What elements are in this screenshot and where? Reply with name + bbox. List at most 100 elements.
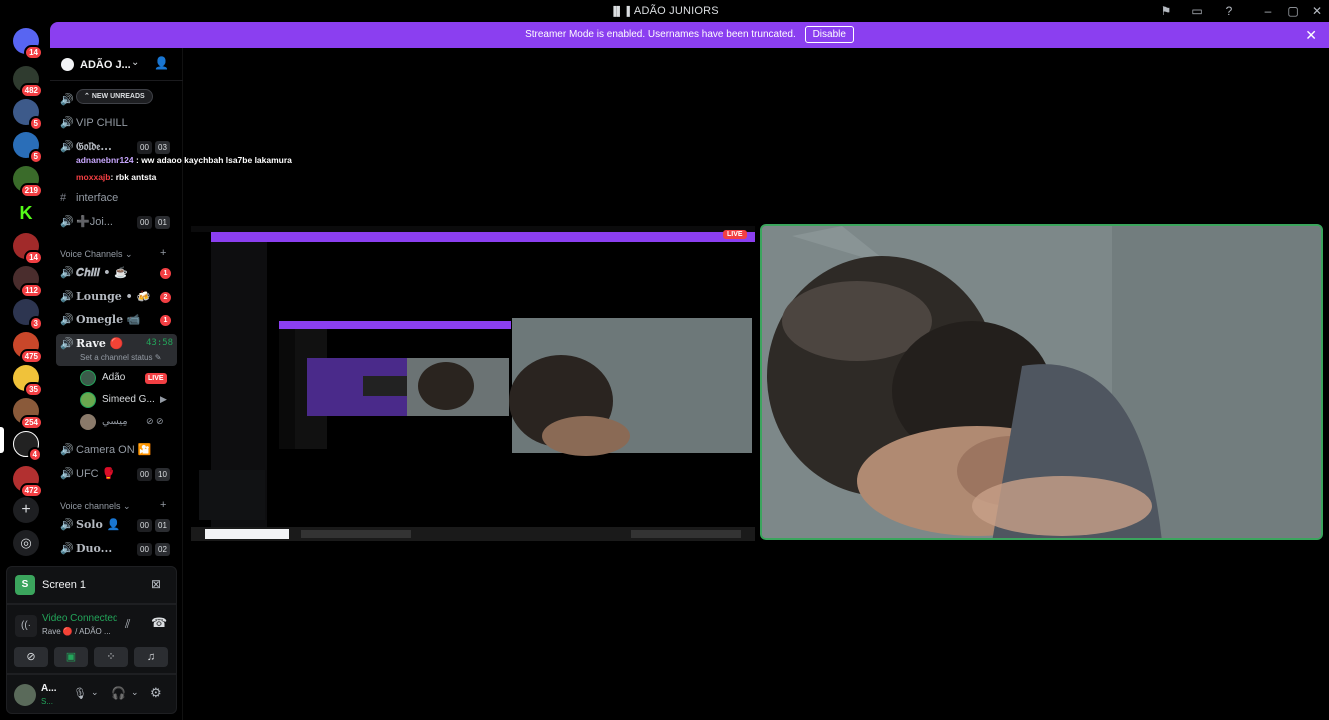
channel-solo[interactable]: 🔊 Solo 👤 [60, 515, 120, 535]
new-unreads-button[interactable]: ⌃ NEW UNREADS [76, 89, 153, 104]
chevron-down-icon[interactable]: ⌄ [131, 57, 139, 68]
user-limit: 01 [155, 519, 170, 532]
settings-gear-icon[interactable]: ⚙ [150, 685, 162, 701]
microphone-icon[interactable]: 🎙 [73, 687, 87, 700]
camera-feed [762, 226, 1321, 538]
screen-share-stream[interactable]: LIVE [191, 226, 755, 541]
channel-duo[interactable]: 🔊 Duo... [60, 539, 112, 559]
screen-title: Screen 1 [42, 579, 87, 591]
user-count: 00 [137, 543, 152, 556]
avatar[interactable] [14, 684, 36, 706]
stop-stream-icon[interactable]: ⊠ [151, 577, 161, 591]
server-icon[interactable]: 5 [13, 99, 43, 131]
server-icon[interactable]: 112 [13, 266, 43, 298]
server-badge: 219 [19, 183, 43, 198]
channel-camera-on[interactable]: 🔊 Camera ON 🎦 [60, 440, 151, 460]
close-window-button[interactable]: ✕ [1308, 3, 1326, 19]
video-icon: ▶ [160, 394, 167, 404]
voice-user-messi[interactable]: مِيسي [80, 412, 128, 432]
maximize-button[interactable]: ▢ [1284, 3, 1302, 19]
camera-off-button[interactable]: ⊘ [14, 647, 48, 667]
help-icon[interactable]: ? [1220, 3, 1238, 19]
channel-chill[interactable]: 🔊 𝑪𝒉𝒊𝒍𝒍 • ☕ [60, 263, 128, 283]
direct-messages-button[interactable]: 14 [13, 28, 43, 60]
hash-icon: # [60, 192, 67, 204]
disable-streamer-mode-button[interactable]: Disable [804, 26, 854, 43]
user-count: 00 [137, 141, 152, 154]
screen-share-icon[interactable]: ▭ [1188, 3, 1206, 19]
voice-status[interactable]: Video Connected [42, 613, 117, 624]
inbox-icon[interactable]: ⚑ [1157, 3, 1175, 19]
channel-omegle[interactable]: 🔊 Omegle 📹 [60, 310, 141, 330]
dm-badge: 14 [24, 45, 43, 60]
voice-user-adao[interactable]: Adão [80, 368, 125, 388]
disconnect-icon[interactable]: ☎ [151, 615, 167, 631]
server-icon[interactable]: 3 [13, 299, 43, 331]
channel-interface[interactable]: # interface [60, 188, 118, 208]
channel-lounge[interactable]: 🔊 Lounge • 🍻 [60, 287, 150, 307]
category-voice-channels-2[interactable]: Voice channels ⌄ [60, 501, 131, 512]
headphones-icon[interactable]: 🎧 [111, 686, 126, 700]
channel-label: Lounge • 🍻 [76, 290, 151, 303]
server-badge: 14 [24, 250, 43, 265]
channel-label: VIP CHILL [76, 117, 128, 129]
chevron-down-icon[interactable]: ⌄ [91, 687, 99, 698]
avatar [80, 370, 96, 386]
signal-icon[interactable]: ((· [15, 615, 37, 637]
user-limit: 01 [155, 216, 170, 229]
server-icon[interactable]: 472 [13, 466, 43, 498]
create-channel-icon[interactable]: + [160, 499, 166, 511]
voice-user-name: Adão [102, 372, 126, 383]
set-channel-status[interactable]: Set a channel status ✎ [80, 353, 161, 362]
server-badge: 35 [24, 382, 43, 397]
discord-bars-icon: ▐▌▐ [610, 6, 630, 16]
screen-share-button[interactable]: ▣ [54, 647, 88, 667]
server-badge: 4 [27, 447, 42, 462]
channel-voice-hidden[interactable]: 🔊 [60, 90, 76, 110]
speaker-icon: 🔊 [60, 468, 74, 480]
channel-rave[interactable]: 🔊 Rave 🔴 [60, 334, 123, 354]
voice-user-simeed[interactable]: Simeed G... [80, 390, 155, 410]
add-server-icon[interactable]: + [13, 497, 39, 523]
speaker-icon: 🔊 [60, 313, 74, 326]
channel-join-to-create[interactable]: 🔊 ➕Joi... [60, 212, 113, 232]
guild-header[interactable]: ADÃO J... ⌄ 👤 [50, 48, 183, 81]
kick-server-icon[interactable]: K [13, 200, 39, 226]
channel-vip-chill[interactable]: 🔊 VIP CHILL [60, 113, 128, 133]
server-badge: 5 [28, 149, 43, 164]
channel-golden[interactable]: 🔊 𝔊𝔬𝔩𝔡𝔢... [60, 137, 112, 157]
mention-badge: 1 [160, 315, 171, 326]
voice-channel-link[interactable]: Rave 🔴 / ADÃO ... [42, 627, 111, 636]
noise-suppression-icon[interactable]: ⫽ [125, 617, 130, 632]
activities-button[interactable]: ⁘ [94, 647, 128, 667]
soundboard-button[interactable]: ♫ [134, 647, 168, 667]
avatar [80, 414, 96, 430]
camera-stream-tile[interactable] [760, 224, 1323, 540]
server-icon[interactable]: 14 [13, 233, 43, 265]
channel-ufc[interactable]: 🔊 UFC 🥊 [60, 464, 115, 484]
server-icon[interactable]: 35 [13, 365, 43, 397]
server-icon[interactable]: 482 [13, 66, 43, 98]
speaker-icon: 🔊 [60, 140, 74, 153]
server-icon[interactable]: 5 [13, 132, 43, 164]
server-icon-adao-juniors[interactable]: 4 [13, 431, 42, 462]
mention-badge: 1 [160, 268, 171, 279]
window-title: ▐▌▐ ADÃO JUNIORS [0, 5, 1329, 17]
banner-message: Streamer Mode is enabled. Usernames have… [525, 29, 796, 40]
invite-people-icon[interactable]: 👤 [154, 56, 169, 70]
discover-icon[interactable]: ◎ [13, 530, 39, 556]
category-voice-channels[interactable]: Voice Channels ⌄ [60, 249, 133, 260]
screen-avatar: S [15, 575, 35, 595]
screen-share-panel: S Screen 1 ⊠ [6, 566, 177, 604]
server-icon[interactable]: 475 [13, 332, 43, 364]
chevron-down-icon[interactable]: ⌄ [131, 687, 139, 698]
close-icon[interactable]: ✕ [1305, 22, 1317, 48]
server-icon[interactable]: 254 [13, 398, 43, 430]
nested-screen-preview [191, 226, 755, 541]
create-channel-icon[interactable]: + [160, 247, 166, 259]
minimize-button[interactable]: – [1259, 3, 1277, 19]
guild-icon [61, 58, 74, 71]
server-icon[interactable]: 219 [13, 166, 43, 198]
channel-label: 𝔊𝔬𝔩𝔡𝔢... [76, 140, 112, 153]
title-bar: ▐▌▐ ADÃO JUNIORS ⚑ ▭ ? – ▢ ✕ [0, 0, 1329, 22]
